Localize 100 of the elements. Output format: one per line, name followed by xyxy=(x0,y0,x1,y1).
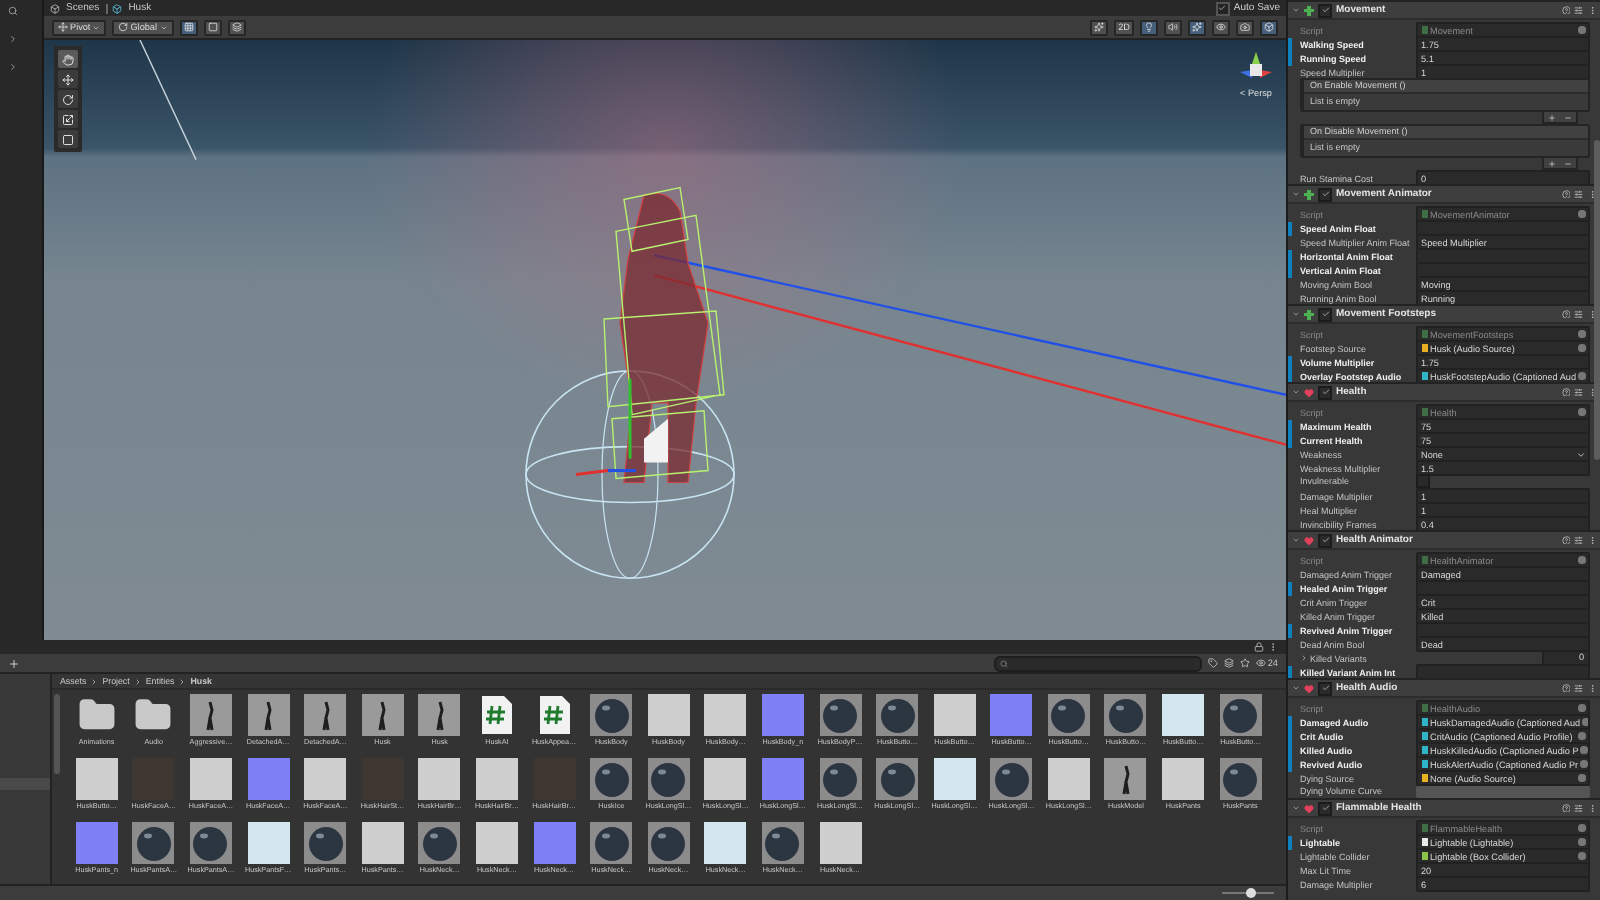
scale-tool[interactable] xyxy=(58,110,78,128)
model-thumbnail xyxy=(418,694,461,736)
rotate-tool[interactable] xyxy=(58,90,78,108)
help-icon[interactable] xyxy=(1561,535,1570,545)
enabled-checkbox[interactable] xyxy=(1318,533,1332,547)
texture-thumbnail xyxy=(1162,758,1205,800)
visibility-button[interactable] xyxy=(1212,19,1230,35)
scrollbar[interactable] xyxy=(1594,140,1600,460)
folder-icon xyxy=(77,696,116,734)
enabled-checkbox[interactable] xyxy=(1318,187,1332,201)
scene-icon xyxy=(112,3,123,13)
texture-thumbnail xyxy=(704,694,747,736)
texture-thumbnail xyxy=(933,694,976,736)
remove-button[interactable] xyxy=(1560,112,1576,122)
presets-icon[interactable] xyxy=(1574,309,1583,319)
add-icon[interactable] xyxy=(8,657,20,669)
help-icon[interactable] xyxy=(1561,803,1570,813)
model-thumbnail xyxy=(304,694,347,736)
enabled-checkbox[interactable] xyxy=(1318,307,1332,321)
add-button[interactable] xyxy=(1544,158,1560,168)
presets-icon[interactable] xyxy=(1574,535,1583,545)
material-sphere-thumbnail xyxy=(761,822,804,864)
model-thumbnail xyxy=(361,694,404,736)
material-sphere-thumbnail xyxy=(418,822,461,864)
material-sphere-thumbnail xyxy=(304,822,347,864)
layers-button[interactable] xyxy=(227,19,245,35)
help-icon[interactable] xyxy=(1561,309,1570,319)
gizmos-button[interactable] xyxy=(1260,19,1278,35)
zoom-slider-thumb[interactable] xyxy=(1245,887,1256,897)
caret-icon xyxy=(1575,449,1585,459)
help-icon[interactable] xyxy=(1561,189,1570,199)
camera-button[interactable] xyxy=(1236,19,1254,35)
check-icon xyxy=(1321,310,1329,318)
lock-icon[interactable] xyxy=(1254,642,1264,652)
texture-thumbnail xyxy=(189,758,232,800)
material-sphere-thumbnail xyxy=(990,758,1033,800)
texture-thumbnail xyxy=(304,758,347,800)
texture-thumbnail xyxy=(933,758,976,800)
help-icon[interactable] xyxy=(1561,5,1570,15)
help-icon[interactable] xyxy=(1561,683,1570,693)
move-arrows-icon xyxy=(58,22,68,32)
draw-mode-button[interactable] xyxy=(1090,19,1109,35)
check-icon xyxy=(1321,804,1329,812)
texture-thumbnail xyxy=(1162,694,1205,736)
material-sphere-thumbnail xyxy=(590,822,633,864)
enabled-checkbox[interactable] xyxy=(1318,385,1332,399)
check-icon xyxy=(1321,190,1329,198)
checkbox[interactable] xyxy=(1416,474,1430,488)
model-thumbnail xyxy=(247,694,290,736)
grid-snap-button[interactable] xyxy=(179,19,197,35)
normal-map-thumbnail xyxy=(761,758,804,800)
normal-map-thumbnail xyxy=(247,758,290,800)
material-sphere-thumbnail xyxy=(1104,694,1147,736)
hand-tool[interactable] xyxy=(58,50,78,68)
enabled-checkbox[interactable] xyxy=(1318,3,1332,17)
label-filter-icon[interactable] xyxy=(1207,658,1218,668)
texture-thumbnail xyxy=(704,822,747,864)
check-icon xyxy=(1321,684,1329,692)
type-filter-icon[interactable] xyxy=(1223,658,1234,668)
effects-button[interactable] xyxy=(1188,19,1206,35)
scrollbar[interactable] xyxy=(54,694,60,774)
texture-thumbnail xyxy=(475,758,518,800)
presets-icon[interactable] xyxy=(1574,683,1583,693)
normal-map-thumbnail xyxy=(533,822,576,864)
check-icon xyxy=(1321,536,1329,544)
material-sphere-thumbnail xyxy=(1219,758,1262,800)
normal-map-thumbnail xyxy=(990,694,1033,736)
enabled-checkbox[interactable] xyxy=(1318,801,1332,815)
rect-tool[interactable] xyxy=(58,130,78,148)
material-sphere-thumbnail xyxy=(132,822,175,864)
folder-icon xyxy=(134,696,173,734)
material-sphere-thumbnail xyxy=(1219,694,1262,736)
help-icon[interactable] xyxy=(1561,387,1570,397)
texture-thumbnail xyxy=(475,822,518,864)
remove-button[interactable] xyxy=(1560,158,1576,168)
texture-thumbnail xyxy=(361,822,404,864)
presets-icon[interactable] xyxy=(1574,803,1583,813)
snap-increment-button[interactable] xyxy=(203,19,221,35)
presets-icon[interactable] xyxy=(1574,387,1583,397)
search-icon xyxy=(999,659,1008,667)
check-icon xyxy=(1321,6,1329,14)
favorite-icon[interactable] xyxy=(1239,658,1250,668)
texture-thumbnail xyxy=(418,758,461,800)
check-icon xyxy=(1218,4,1227,12)
texture-thumbnail xyxy=(75,758,118,800)
normal-map-thumbnail xyxy=(75,822,118,864)
scenes-icon xyxy=(50,3,60,13)
move-tool[interactable] xyxy=(58,70,78,88)
texture-thumbnail xyxy=(704,758,747,800)
presets-icon[interactable] xyxy=(1574,5,1583,15)
check-icon xyxy=(1321,388,1329,396)
material-sphere-thumbnail xyxy=(876,758,919,800)
material-sphere-thumbnail xyxy=(590,758,633,800)
presets-icon[interactable] xyxy=(1574,189,1583,199)
lighting-toggle[interactable] xyxy=(1140,19,1158,35)
audio-toggle[interactable] xyxy=(1164,19,1182,35)
material-sphere-thumbnail xyxy=(647,758,690,800)
search-field[interactable] xyxy=(993,655,1202,671)
enabled-checkbox[interactable] xyxy=(1318,681,1332,695)
add-button[interactable] xyxy=(1544,112,1560,122)
